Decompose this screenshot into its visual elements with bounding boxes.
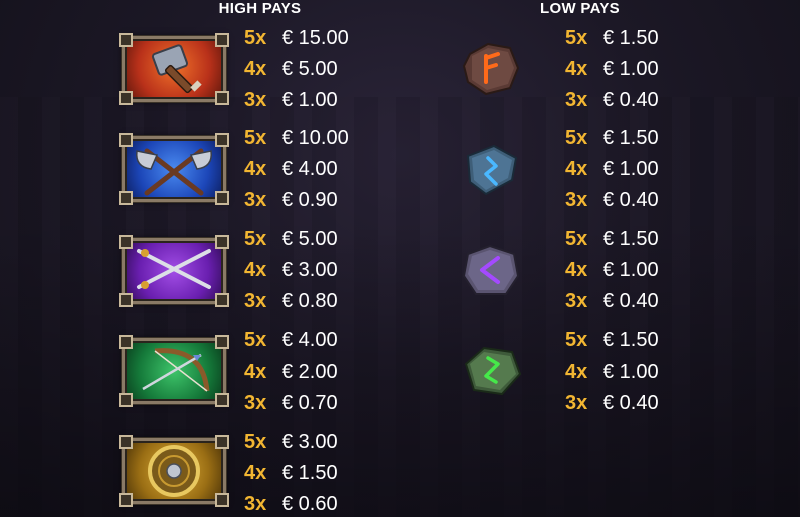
high-pay-4-4x: 4x € 2.00 <box>244 362 338 382</box>
multiplier: 4x <box>244 361 267 383</box>
low-pays-title: LOW PAYS <box>540 0 620 17</box>
multiplier: 5x <box>244 27 267 49</box>
payout-amount: € 0.40 <box>603 290 659 312</box>
payout-amount: € 1.50 <box>603 329 659 351</box>
axes-symbol-tile <box>119 133 229 205</box>
multiplier: 5x <box>565 329 588 351</box>
payout-amount: € 1.00 <box>603 361 659 383</box>
multiplier: 3x <box>565 392 588 414</box>
payout-amount: € 0.90 <box>282 189 338 211</box>
multiplier: 3x <box>565 189 588 211</box>
multiplier: 4x <box>565 158 588 180</box>
multiplier: 5x <box>244 431 267 453</box>
payout-amount: € 0.60 <box>282 493 338 515</box>
high-pay-1-4x: 4x € 5.00 <box>244 59 338 79</box>
low-pay-2-4x: 4x € 1.00 <box>565 159 659 179</box>
high-pay-5-3x: 3x € 0.60 <box>244 494 338 514</box>
green-rune-stone-icon <box>464 346 522 396</box>
payout-amount: € 3.00 <box>282 259 338 281</box>
high-pay-3-3x: 3x € 0.80 <box>244 291 338 311</box>
payout-amount: € 4.00 <box>282 329 338 351</box>
red-rune-stone-icon <box>462 42 520 96</box>
multiplier: 3x <box>565 89 588 111</box>
high-pay-1-3x: 3x € 1.00 <box>244 90 338 110</box>
multiplier: 5x <box>244 228 267 250</box>
multiplier: 4x <box>565 259 588 281</box>
low-pay-4-5x: 5x € 1.50 <box>565 330 659 350</box>
payout-amount: € 3.00 <box>282 431 338 453</box>
payout-amount: € 4.00 <box>282 158 338 180</box>
multiplier: 3x <box>565 290 588 312</box>
multiplier: 5x <box>565 228 588 250</box>
low-pay-1-4x: 4x € 1.00 <box>565 59 659 79</box>
high-pay-5-5x: 5x € 3.00 <box>244 432 338 452</box>
payout-amount: € 0.40 <box>603 189 659 211</box>
low-pay-1-3x: 3x € 0.40 <box>565 90 659 110</box>
payout-amount: € 0.40 <box>603 89 659 111</box>
high-pay-2-5x: 5x € 10.00 <box>244 128 349 148</box>
multiplier: 3x <box>244 392 267 414</box>
crossed-axes-icon <box>136 148 212 196</box>
high-pay-3-4x: 4x € 3.00 <box>244 260 338 280</box>
bow-symbol-tile <box>119 335 229 407</box>
payout-amount: € 0.80 <box>282 290 338 312</box>
high-pay-2-3x: 3x € 0.90 <box>244 190 338 210</box>
low-pay-3-4x: 4x € 1.00 <box>565 260 659 280</box>
swords-symbol-tile <box>119 235 229 307</box>
background-scenery <box>0 97 800 517</box>
payout-amount: € 1.00 <box>603 158 659 180</box>
payout-amount: € 1.50 <box>603 228 659 250</box>
payout-amount: € 5.00 <box>282 58 338 80</box>
hammer-icon <box>151 44 202 94</box>
low-pay-4-3x: 3x € 0.40 <box>565 393 659 413</box>
payout-amount: € 1.00 <box>282 89 338 111</box>
multiplier: 3x <box>244 290 267 312</box>
payout-amount: € 15.00 <box>282 27 349 49</box>
multiplier: 4x <box>565 361 588 383</box>
multiplier: 3x <box>244 89 267 111</box>
multiplier: 4x <box>244 158 267 180</box>
low-pay-3-5x: 5x € 1.50 <box>565 229 659 249</box>
payout-amount: € 5.00 <box>282 228 338 250</box>
high-pay-4-5x: 5x € 4.00 <box>244 330 338 350</box>
multiplier: 4x <box>244 462 267 484</box>
bow-and-arrow-icon <box>142 348 210 392</box>
high-pays-title: HIGH PAYS <box>218 0 302 17</box>
low-pay-2-3x: 3x € 0.40 <box>565 190 659 210</box>
multiplier: 5x <box>565 27 588 49</box>
low-pay-1-5x: 5x € 1.50 <box>565 28 659 48</box>
blue-rune-stone-icon <box>466 144 518 196</box>
payout-amount: € 1.50 <box>603 127 659 149</box>
payout-amount: € 1.00 <box>603 259 659 281</box>
high-pay-2-4x: 4x € 4.00 <box>244 159 338 179</box>
hammer-symbol-tile <box>119 33 229 105</box>
multiplier: 5x <box>244 329 267 351</box>
crossed-swords-icon <box>137 249 211 289</box>
multiplier: 3x <box>244 493 267 515</box>
high-pay-4-3x: 3x € 0.70 <box>244 393 338 413</box>
payout-amount: € 0.70 <box>282 392 338 414</box>
payout-amount: € 1.50 <box>603 27 659 49</box>
high-pay-5-4x: 4x € 1.50 <box>244 463 338 483</box>
payout-amount: € 1.50 <box>282 462 338 484</box>
shield-icon <box>148 445 200 497</box>
multiplier: 5x <box>244 127 267 149</box>
high-pay-1-5x: 5x € 15.00 <box>244 28 349 48</box>
payout-amount: € 2.00 <box>282 361 338 383</box>
low-pay-3-3x: 3x € 0.40 <box>565 291 659 311</box>
low-pay-4-4x: 4x € 1.00 <box>565 362 659 382</box>
payout-amount: € 1.00 <box>603 58 659 80</box>
payout-amount: € 10.00 <box>282 127 349 149</box>
payout-amount: € 0.40 <box>603 392 659 414</box>
high-pay-3-5x: 5x € 5.00 <box>244 229 338 249</box>
multiplier: 3x <box>244 189 267 211</box>
multiplier: 4x <box>565 58 588 80</box>
multiplier: 5x <box>565 127 588 149</box>
low-pay-2-5x: 5x € 1.50 <box>565 128 659 148</box>
multiplier: 4x <box>244 58 267 80</box>
multiplier: 4x <box>244 259 267 281</box>
purple-rune-stone-icon <box>462 244 520 295</box>
shield-symbol-tile <box>119 435 229 507</box>
